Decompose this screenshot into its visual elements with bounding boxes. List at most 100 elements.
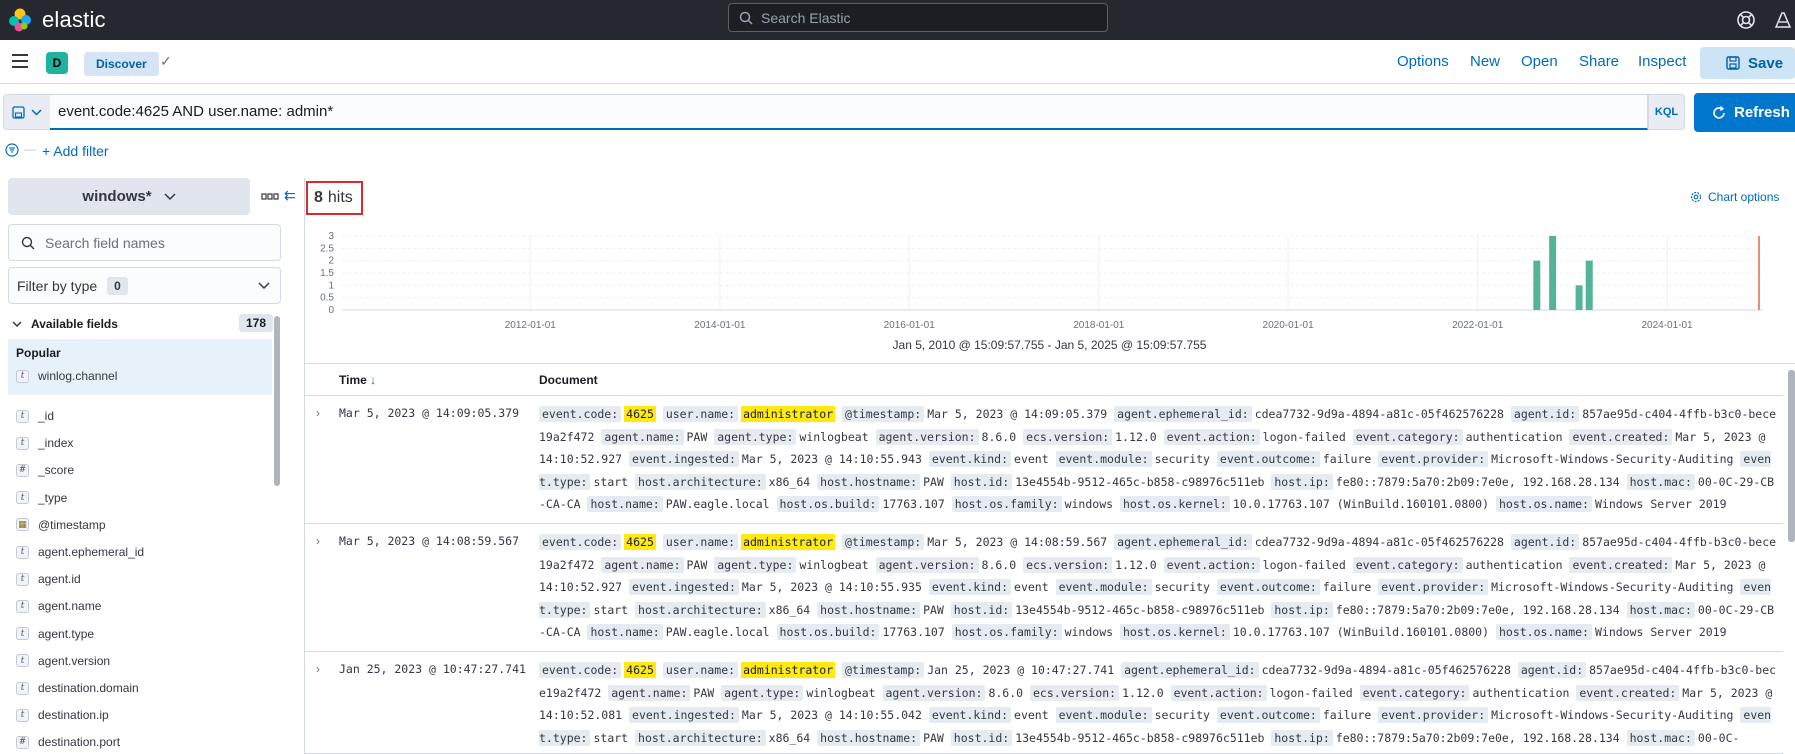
- elastic-logo[interactable]: elastic: [8, 0, 106, 40]
- doc-field-key: event.module:: [1055, 579, 1152, 596]
- field-item[interactable]: t agent.ephemeral_id: [16, 541, 144, 563]
- chevron-down-icon: [258, 282, 270, 290]
- table-row[interactable]: › Jan 25, 2023 @ 10:47:27.741 event.code: 4…: [305, 652, 1783, 754]
- doc-field-value: PAW.eagle.local: [665, 497, 770, 512]
- doc-field-key: agent.type:: [721, 684, 804, 701]
- save-button[interactable]: Save: [1700, 47, 1795, 79]
- doc-field-value: winlogbeat: [799, 557, 869, 572]
- more-options-icon[interactable]: [261, 192, 279, 202]
- filter-by-type-button[interactable]: Filter by type 0: [8, 267, 281, 304]
- saved-query-menu[interactable]: [3, 94, 51, 130]
- refresh-button[interactable]: Refresh: [1694, 93, 1795, 132]
- field-item[interactable]: t destination.domain: [16, 677, 139, 699]
- table-row[interactable]: › Mar 5, 2023 @ 14:08:59.567 event.code: 46…: [305, 524, 1783, 652]
- doc-field-key: event.action:: [1163, 428, 1260, 445]
- doc-field-value: event: [1014, 708, 1049, 723]
- doc-field-key: event.outcome:: [1216, 451, 1320, 468]
- doc-field-key: host.ip:: [1271, 601, 1333, 618]
- doc-field-value: start: [593, 730, 629, 745]
- share-link[interactable]: Share: [1579, 53, 1619, 70]
- doc-field-key: host.ip:: [1271, 729, 1333, 746]
- field-item[interactable]: t _index: [16, 432, 73, 454]
- doc-field-key: event.outcome:: [1216, 707, 1320, 724]
- time-column-header[interactable]: Time ↓: [339, 373, 376, 387]
- field-item[interactable]: t _id: [16, 405, 54, 427]
- query-input[interactable]: event.code:4625 AND user.name: admin*: [50, 94, 1648, 130]
- save-label: Save: [1748, 54, 1784, 72]
- doc-field-key: event.code:: [539, 662, 622, 678]
- doc-field-key: ecs.version:: [1030, 684, 1120, 701]
- doc-field-value: PAW: [686, 429, 708, 444]
- collapse-sidebar-icon[interactable]: ⇇: [284, 187, 296, 204]
- chart-options-button[interactable]: Chart options: [1690, 190, 1779, 204]
- global-search-input[interactable]: Search Elastic: [728, 3, 1108, 32]
- string-type-icon: t: [16, 681, 29, 695]
- field-item[interactable]: t destination.ip: [16, 704, 109, 726]
- doc-field-value: Microsoft-Windows-Security-Auditing: [1491, 452, 1734, 467]
- elastic-logo-icon: [9, 8, 31, 32]
- doc-field-value: event: [1014, 452, 1049, 467]
- x-tick-label: 2014-01-01: [694, 320, 746, 331]
- field-name: _id: [38, 409, 55, 423]
- string-type-icon: t: [16, 627, 29, 641]
- doc-field-key: user.name:: [662, 406, 739, 422]
- doc-field-value: 17763.107: [882, 625, 945, 640]
- doc-field-value: Mar 5, 2023 @ 14:10:55.935: [741, 580, 922, 595]
- add-filter-link[interactable]: + Add filter: [42, 143, 109, 159]
- doc-field-value: PAW: [686, 557, 708, 572]
- doc-field-value: Windows Server 2019: [1594, 497, 1727, 512]
- available-fields-count: 178: [238, 314, 273, 332]
- hits-label: hits: [327, 189, 353, 206]
- histogram-bar: [1533, 260, 1541, 310]
- expand-row-icon[interactable]: ›: [316, 534, 320, 548]
- string-type-icon: t: [16, 436, 29, 450]
- field-item[interactable]: t agent.name: [16, 595, 101, 617]
- doc-field-key: host.os.kernel:: [1119, 496, 1230, 513]
- space-avatar[interactable]: D: [46, 52, 68, 74]
- table-row[interactable]: › Mar 5, 2023 @ 14:09:05.379 event.code: 46…: [305, 396, 1783, 524]
- field-name: destination.ip: [38, 708, 109, 723]
- field-item[interactable]: t _type: [16, 487, 67, 509]
- help-icon[interactable]: [1735, 9, 1757, 31]
- doc-field-value: Mar 5, 2023 @ 14:08:59.567: [927, 535, 1108, 549]
- options-link[interactable]: Options: [1397, 53, 1449, 70]
- field-search-input[interactable]: Search field names: [8, 224, 281, 261]
- field-item[interactable]: ▦ @timestamp: [16, 514, 106, 536]
- doc-field-value: security: [1154, 708, 1210, 723]
- expand-row-icon[interactable]: ›: [316, 662, 320, 676]
- doc-field-value: Mar 5, 2023 @ 14:09:05.379: [927, 407, 1108, 421]
- field-item[interactable]: t agent.version: [16, 650, 110, 672]
- field-item[interactable]: # _score: [16, 459, 74, 481]
- chevron-down-icon: [164, 192, 176, 200]
- doc-field-key: event.provider:: [1378, 707, 1489, 724]
- doc-field-key: event.code:: [539, 534, 622, 550]
- index-pattern-selector[interactable]: windows*: [8, 178, 250, 215]
- results-scrollbar[interactable]: [1788, 370, 1795, 542]
- doc-field-value: x86_64: [768, 602, 811, 617]
- doc-field-value: 8.6.0: [981, 429, 1017, 444]
- saved-query-icon: [12, 105, 25, 119]
- inspect-link[interactable]: Inspect: [1638, 53, 1686, 70]
- global-search-placeholder: Search Elastic: [761, 9, 851, 26]
- y-tick-label: 0: [328, 305, 334, 316]
- filter-options-icon[interactable]: [5, 143, 19, 157]
- expand-row-icon[interactable]: ›: [316, 406, 320, 420]
- row-timestamp: Jan 25, 2023 @ 10:47:27.741: [339, 662, 526, 676]
- open-link[interactable]: Open: [1521, 53, 1558, 70]
- sort-down-icon[interactable]: ↓: [370, 373, 376, 387]
- field-search-placeholder: Search field names: [45, 234, 165, 251]
- available-fields-toggle[interactable]: Available fields 178: [12, 313, 277, 335]
- menu-toggle-icon[interactable]: [12, 54, 28, 68]
- doc-field-key: host.hostname:: [817, 601, 921, 618]
- field-item[interactable]: # destination.port: [16, 731, 120, 753]
- doc-field-key: @timestamp:: [842, 406, 925, 422]
- newsfeed-icon[interactable]: [1772, 9, 1794, 31]
- query-language-toggle[interactable]: KQL: [1648, 94, 1685, 130]
- doc-field-value: authentication: [1472, 685, 1570, 700]
- breadcrumb-discover[interactable]: Discover: [84, 52, 159, 76]
- new-link[interactable]: New: [1470, 53, 1500, 70]
- field-item[interactable]: t agent.type: [16, 623, 94, 645]
- field-item[interactable]: t winlog.channel: [16, 365, 117, 387]
- doc-field-value: PAW.eagle.local: [665, 625, 770, 640]
- field-item[interactable]: t agent.id: [16, 568, 81, 590]
